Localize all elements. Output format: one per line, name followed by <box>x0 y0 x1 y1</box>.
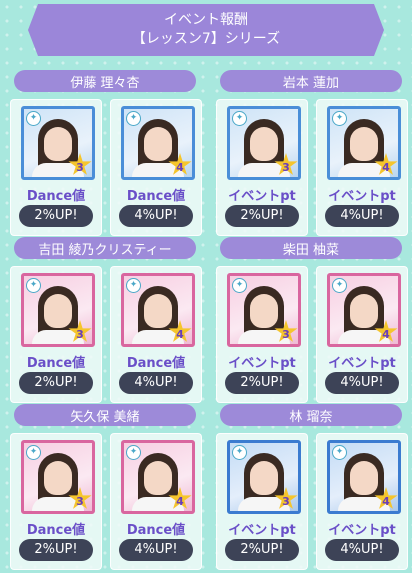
bonus-type-label: イベントpt <box>328 356 396 371</box>
portrait-face <box>250 461 278 495</box>
bonus-type-label: イベントpt <box>228 189 296 204</box>
reward-cards: ✦ 3 イベントpt 2%UP! ✦ 4 イベントpt 4%UP! <box>212 99 410 236</box>
reward-cards: ✦ 3 Dance値 2%UP! ✦ 4 Dance値 4%UP! <box>6 266 204 403</box>
reward-card[interactable]: ✦ 4 Dance値 4%UP! <box>110 266 202 403</box>
reward-cards: ✦ 3 Dance値 2%UP! ✦ 4 Dance値 4%UP! <box>6 433 204 570</box>
bonus-type-label: Dance値 <box>26 356 86 371</box>
attribute-icon: ✦ <box>332 278 347 293</box>
attribute-icon: ✦ <box>126 111 141 126</box>
bonus-type-label: Dance値 <box>126 523 186 538</box>
bonus-value-badge: 2%UP! <box>225 539 299 561</box>
reward-card[interactable]: ✦ 4 Dance値 4%UP! <box>110 99 202 236</box>
bonus-value-badge: 2%UP! <box>19 205 93 227</box>
reward-card[interactable]: ✦ 3 イベントpt 2%UP! <box>216 266 308 403</box>
member-name: 岩本 蓮加 <box>220 70 402 92</box>
rarity-number: 3 <box>76 328 84 341</box>
attribute-icon: ✦ <box>232 445 247 460</box>
bonus-value-badge: 4%UP! <box>325 372 399 394</box>
bonus-type-label: イベントpt <box>228 523 296 538</box>
card-thumbnail[interactable]: ✦ 3 <box>227 440 301 514</box>
reward-card[interactable]: ✦ 4 イベントpt 4%UP! <box>316 99 408 236</box>
portrait-face <box>144 461 172 495</box>
card-thumbnail[interactable]: ✦ 4 <box>121 273 195 347</box>
reward-cards: ✦ 3 Dance値 2%UP! ✦ 4 Dance値 4%UP! <box>6 99 204 236</box>
portrait-face <box>350 461 378 495</box>
rarity-number: 4 <box>382 495 390 508</box>
rarity-number: 3 <box>282 495 290 508</box>
portrait-face <box>44 294 72 328</box>
bonus-value-badge: 2%UP! <box>225 372 299 394</box>
bonus-value-badge: 4%UP! <box>325 539 399 561</box>
member-name: 林 瑠奈 <box>220 404 402 426</box>
reward-card[interactable]: ✦ 4 イベントpt 4%UP! <box>316 266 408 403</box>
card-thumbnail[interactable]: ✦ 3 <box>227 106 301 180</box>
card-thumbnail[interactable]: ✦ 4 <box>327 106 401 180</box>
reward-card[interactable]: ✦ 3 イベントpt 2%UP! <box>216 99 308 236</box>
attribute-icon: ✦ <box>232 278 247 293</box>
bonus-value-badge: 4%UP! <box>119 205 193 227</box>
portrait-face <box>350 294 378 328</box>
attribute-icon: ✦ <box>26 111 41 126</box>
card-thumbnail[interactable]: ✦ 3 <box>227 273 301 347</box>
portrait-face <box>144 127 172 161</box>
reward-card[interactable]: ✦ 4 Dance値 4%UP! <box>110 433 202 570</box>
card-thumbnail[interactable]: ✦ 3 <box>21 440 95 514</box>
rarity-number: 3 <box>282 328 290 341</box>
member-name: 伊藤 理々杏 <box>14 70 196 92</box>
portrait-face <box>350 127 378 161</box>
member-name: 吉田 綾乃クリスティー <box>14 237 196 259</box>
rarity-number: 3 <box>76 161 84 174</box>
card-thumbnail[interactable]: ✦ 4 <box>121 106 195 180</box>
bonus-type-label: Dance値 <box>126 356 186 371</box>
reward-cards: ✦ 3 イベントpt 2%UP! ✦ 4 イベントpt 4%UP! <box>212 266 410 403</box>
attribute-icon: ✦ <box>126 278 141 293</box>
attribute-icon: ✦ <box>26 445 41 460</box>
portrait-face <box>44 461 72 495</box>
member-name: 柴田 柚菜 <box>220 237 402 259</box>
reward-cards: ✦ 3 イベントpt 2%UP! ✦ 4 イベントpt 4%UP! <box>212 433 410 570</box>
rarity-number: 4 <box>382 161 390 174</box>
bonus-type-label: Dance値 <box>26 189 86 204</box>
rarity-number: 3 <box>76 495 84 508</box>
bonus-value-badge: 4%UP! <box>119 539 193 561</box>
rarity-number: 3 <box>282 161 290 174</box>
rarity-number: 4 <box>176 495 184 508</box>
bonus-type-label: Dance値 <box>26 523 86 538</box>
bonus-type-label: イベントpt <box>328 523 396 538</box>
member-name: 矢久保 美緒 <box>14 404 196 426</box>
reward-card[interactable]: ✦ 3 Dance値 2%UP! <box>10 99 102 236</box>
attribute-icon: ✦ <box>126 445 141 460</box>
card-thumbnail[interactable]: ✦ 3 <box>21 273 95 347</box>
attribute-icon: ✦ <box>26 278 41 293</box>
card-thumbnail[interactable]: ✦ 4 <box>121 440 195 514</box>
portrait-face <box>44 127 72 161</box>
reward-card[interactable]: ✦ 3 Dance値 2%UP! <box>10 266 102 403</box>
bonus-value-badge: 2%UP! <box>19 539 93 561</box>
bonus-value-badge: 4%UP! <box>325 205 399 227</box>
bonus-value-badge: 2%UP! <box>225 205 299 227</box>
reward-card[interactable]: ✦ 3 Dance値 2%UP! <box>10 433 102 570</box>
portrait-face <box>144 294 172 328</box>
bonus-type-label: イベントpt <box>328 189 396 204</box>
card-thumbnail[interactable]: ✦ 4 <box>327 440 401 514</box>
rarity-number: 4 <box>176 161 184 174</box>
attribute-icon: ✦ <box>332 111 347 126</box>
bonus-type-label: イベントpt <box>228 356 296 371</box>
portrait-face <box>250 294 278 328</box>
rarity-number: 4 <box>382 328 390 341</box>
card-thumbnail[interactable]: ✦ 3 <box>21 106 95 180</box>
portrait-face <box>250 127 278 161</box>
reward-card[interactable]: ✦ 4 イベントpt 4%UP! <box>316 433 408 570</box>
reward-grid: 伊藤 理々杏 ✦ 3 Dance値 2%UP! ✦ 4 Dance値 4%UP! 岩本 蓮加 ✦ 3 イ… <box>0 0 412 573</box>
reward-card[interactable]: ✦ 3 イベントpt 2%UP! <box>216 433 308 570</box>
attribute-icon: ✦ <box>232 111 247 126</box>
bonus-value-badge: 4%UP! <box>119 372 193 394</box>
attribute-icon: ✦ <box>332 445 347 460</box>
bonus-value-badge: 2%UP! <box>19 372 93 394</box>
bonus-type-label: Dance値 <box>126 189 186 204</box>
card-thumbnail[interactable]: ✦ 4 <box>327 273 401 347</box>
rarity-number: 4 <box>176 328 184 341</box>
